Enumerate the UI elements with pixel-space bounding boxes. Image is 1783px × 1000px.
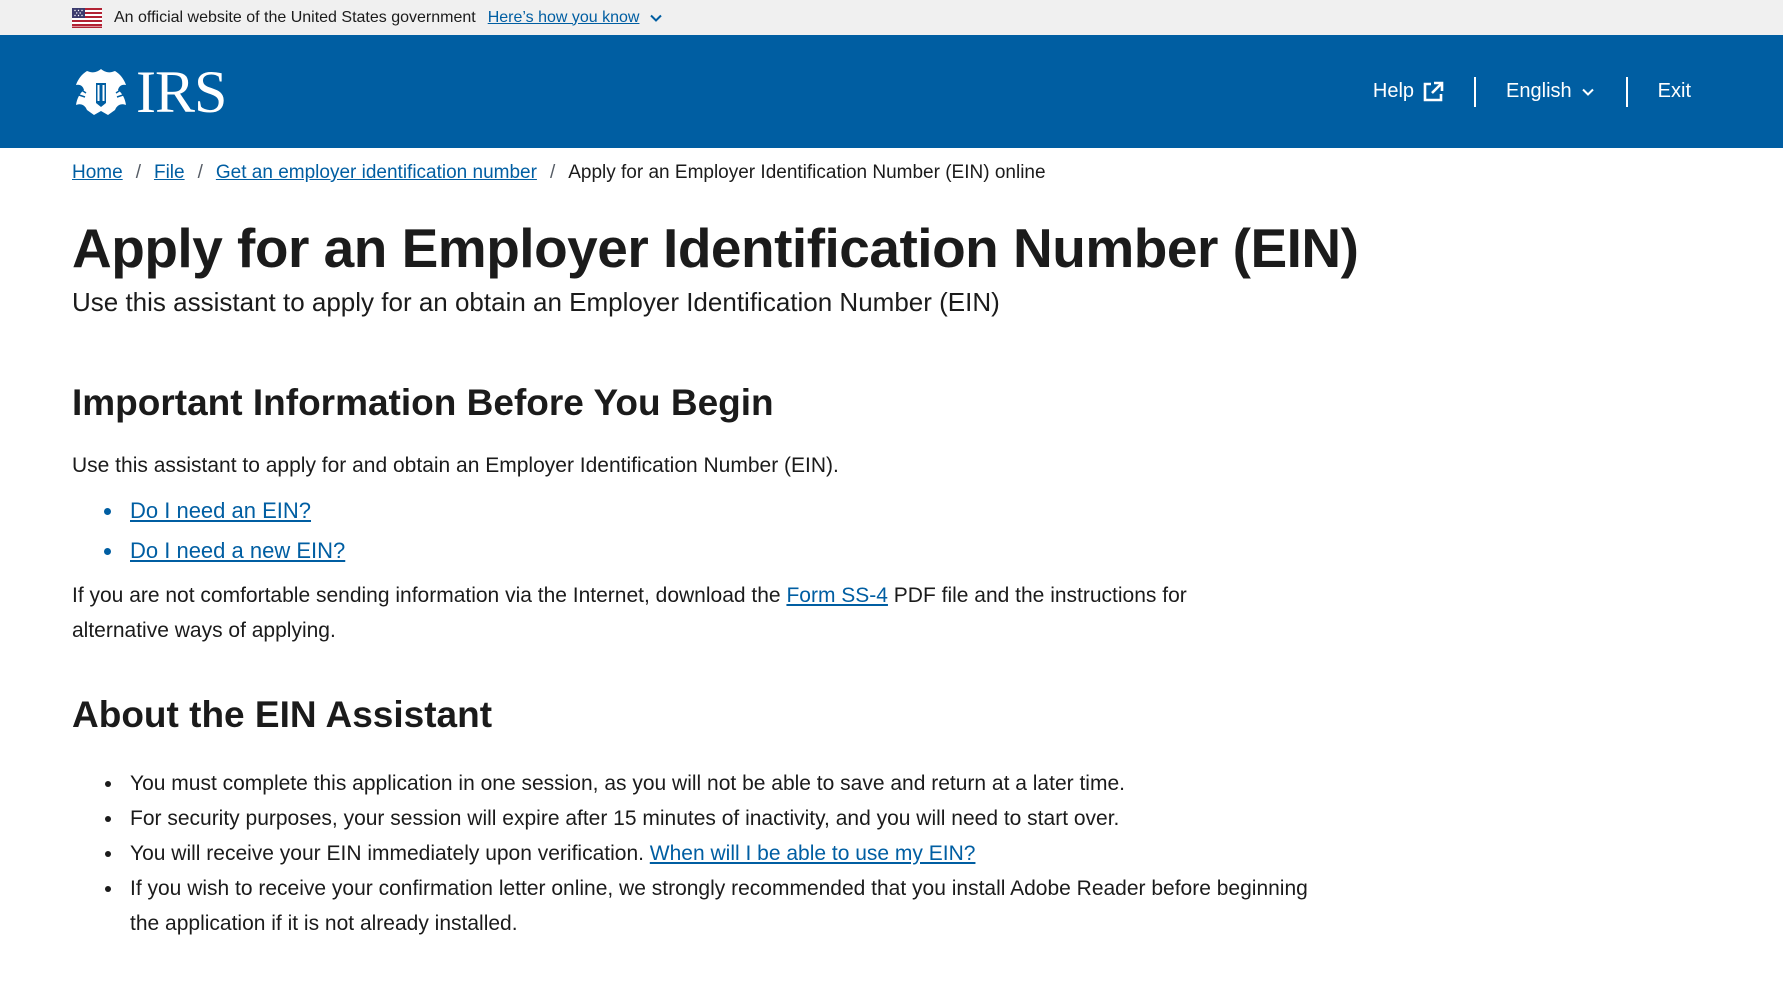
exit-label: Exit [1657,80,1691,102]
breadcrumb-separator: / [197,162,203,183]
breadcrumb-separator: / [135,162,141,183]
site-header: IRS Help English Exit [0,35,1783,148]
nav-divider [1474,76,1477,107]
section-heading-about-assistant: About the EIN Assistant [72,693,493,735]
main-content: Apply for an Employer Identification Num… [0,218,1783,941]
external-link-icon [1423,81,1444,101]
breadcrumb-file[interactable]: File [154,162,185,184]
help-label: Help [1372,80,1415,102]
header-nav: Help English Exit [1373,76,1691,107]
form-ss4-paragraph: If you are not comfortable sending infor… [72,578,1262,648]
breadcrumb-get-ein[interactable]: Get an employer identification number [216,162,537,184]
help-link[interactable]: Help [1373,80,1444,103]
do-i-need-new-ein-link[interactable]: Do I need a new EIN? [130,538,345,563]
breadcrumb: Home / File / Get an employer identifica… [0,148,1783,184]
exit-link[interactable]: Exit [1658,80,1691,103]
gov-banner: An official website of the United States… [0,0,1783,35]
list-item: For security purposes, your session will… [124,801,1324,836]
irs-logo[interactable]: IRS [72,58,227,125]
list-item: You must complete this application in on… [124,766,1324,801]
when-use-ein-link[interactable]: When will I be able to use my EIN? [650,842,976,865]
breadcrumb-current: Apply for an Employer Identification Num… [568,162,1046,183]
section-heading-important-info: Important Information Before You Begin [72,381,774,423]
heres-how-you-know-link[interactable]: Here’s how you know [488,9,640,27]
do-i-need-ein-link[interactable]: Do I need an EIN? [130,498,311,523]
section-intro: Use this assistant to apply for and obta… [72,453,839,477]
page-subtitle: Use this assistant to apply for an obtai… [72,286,1000,317]
language-selector[interactable]: English [1506,80,1596,103]
page-title: Apply for an Employer Identification Num… [72,217,1359,279]
bullet-text: You will receive your EIN immediately up… [130,841,650,865]
paragraph-text: If you are not comfortable sending infor… [72,583,787,607]
about-assistant-list: You must complete this application in on… [72,766,1324,941]
ein-help-links: Do I need an EIN? Do I need a new EIN? [72,498,1711,564]
chevron-down-icon [1581,88,1594,96]
list-item: You will receive your EIN immediately up… [124,836,1324,871]
list-item: If you wish to receive your confirmation… [124,871,1324,941]
form-ss4-link[interactable]: Form SS-4 [786,584,888,607]
breadcrumb-home[interactable]: Home [72,162,123,184]
eagle-icon [76,68,126,115]
us-flag-icon [72,7,102,28]
nav-divider [1625,76,1628,107]
language-label: English [1506,80,1572,102]
list-item: Do I need an EIN? [124,498,1711,524]
gov-banner-text: An official website of the United States… [114,8,476,26]
chevron-down-icon[interactable] [649,11,663,25]
list-item: Do I need a new EIN? [124,538,1711,564]
breadcrumb-separator: / [549,162,556,183]
logo-text: IRS [136,58,227,125]
